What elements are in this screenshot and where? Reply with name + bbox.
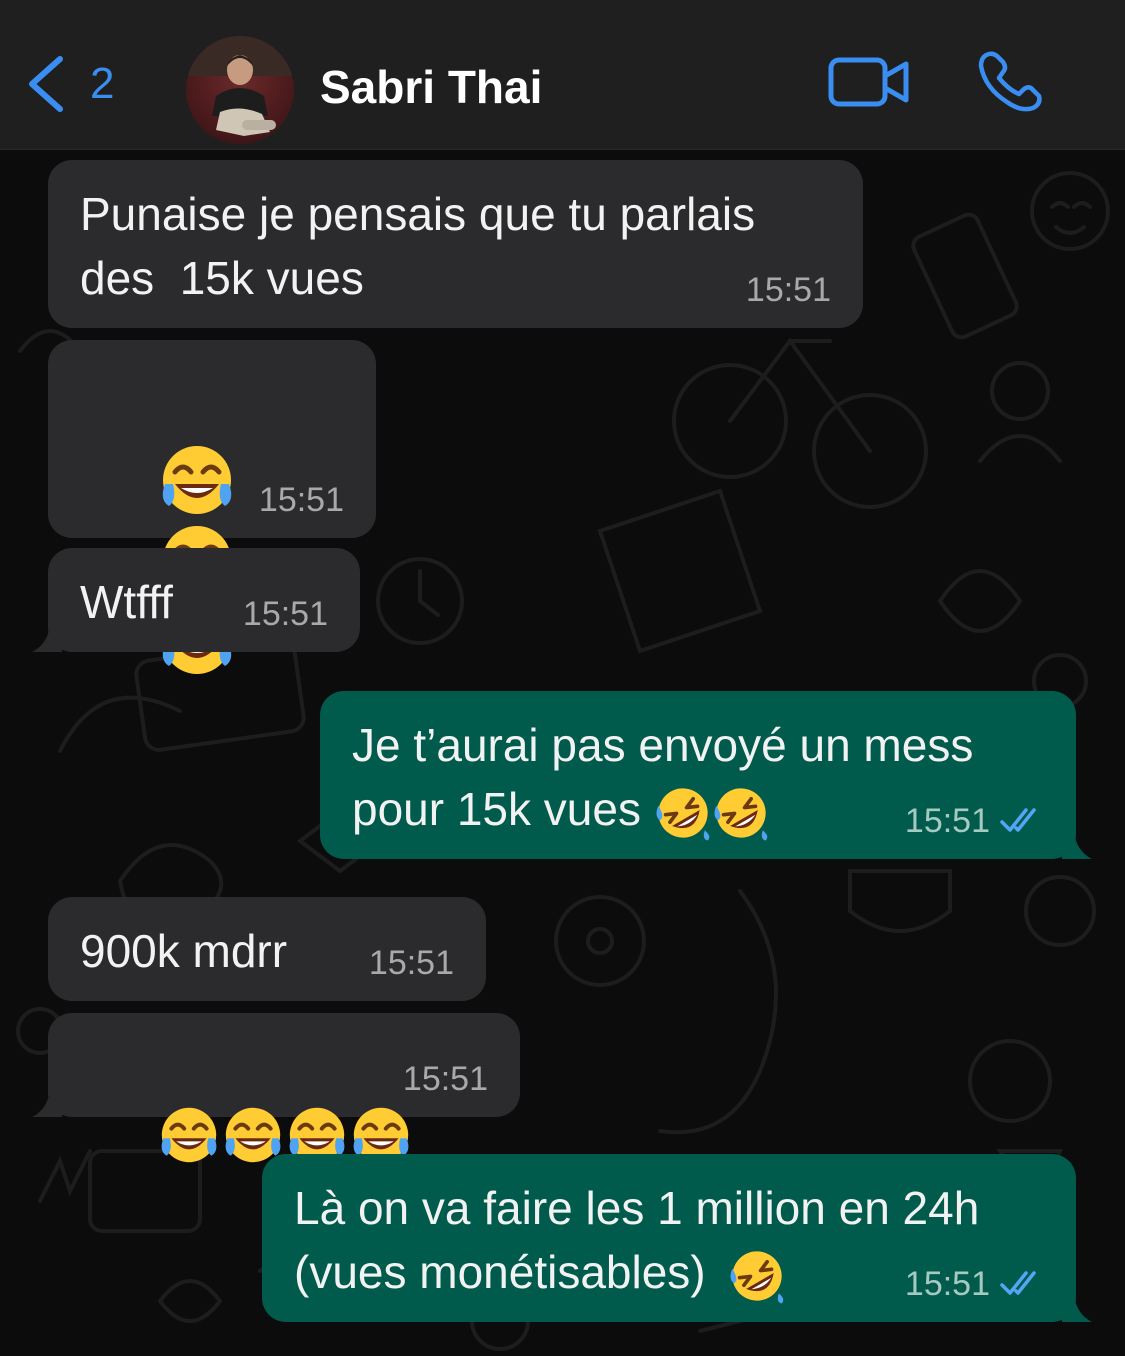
back-button[interactable]: 2 <box>24 52 114 116</box>
message-incoming[interactable]: 15:51 <box>48 340 376 674</box>
bubble-tail <box>32 1089 62 1117</box>
message-time: 15:51 <box>258 481 344 519</box>
phone-icon[interactable] <box>975 50 1045 114</box>
message-incoming[interactable]: Punaise je pensais que tu parlais des 15… <box>48 160 863 328</box>
message-incoming[interactable]: 900k mdrr 15:51 <box>48 897 486 1001</box>
joy-emoji-icon <box>157 440 237 520</box>
message-outgoing[interactable]: Là on va faire les 1 million en 24h (vue… <box>262 1154 1092 1322</box>
read-ticks-icon <box>1000 1271 1036 1295</box>
bubble-tail <box>32 624 62 652</box>
bubble-tail <box>1062 1294 1092 1322</box>
message-outgoing[interactable]: Je t’aurai pas envoyé un mess pour 15k v… <box>320 691 1092 859</box>
unread-count: 2 <box>90 59 115 108</box>
chevron-left-icon <box>29 56 63 112</box>
message-time: 15:51 <box>242 595 328 633</box>
message-time: 15:51 <box>368 944 454 982</box>
contact-name[interactable]: Sabri Thai <box>320 60 542 114</box>
message-time: 15:51 <box>905 801 1044 841</box>
rofl-emoji-icon <box>712 784 770 842</box>
avatar[interactable] <box>186 36 294 144</box>
message-time: 15:51 <box>905 1264 1044 1304</box>
rofl-emoji-icon <box>654 784 712 842</box>
chat-header: 2 Sabri Thai <box>0 0 1125 150</box>
message-text: Punaise je pensais que tu parlais des 15… <box>80 188 756 304</box>
chat-area[interactable]: Punaise je pensais que tu parlais des 15… <box>0 151 1125 1356</box>
read-ticks-icon <box>1000 808 1036 832</box>
joy-emoji-icon <box>157 1103 221 1167</box>
message-incoming[interactable]: Wtfff 15:51 <box>32 548 360 652</box>
message-time: 15:51 <box>402 1060 488 1098</box>
rofl-emoji-icon <box>728 1247 786 1305</box>
message-incoming[interactable]: 15:51 <box>32 1013 520 1163</box>
message-time: 15:51 <box>745 271 831 309</box>
video-camera-icon[interactable] <box>828 54 910 110</box>
bubble-tail <box>1062 831 1092 859</box>
